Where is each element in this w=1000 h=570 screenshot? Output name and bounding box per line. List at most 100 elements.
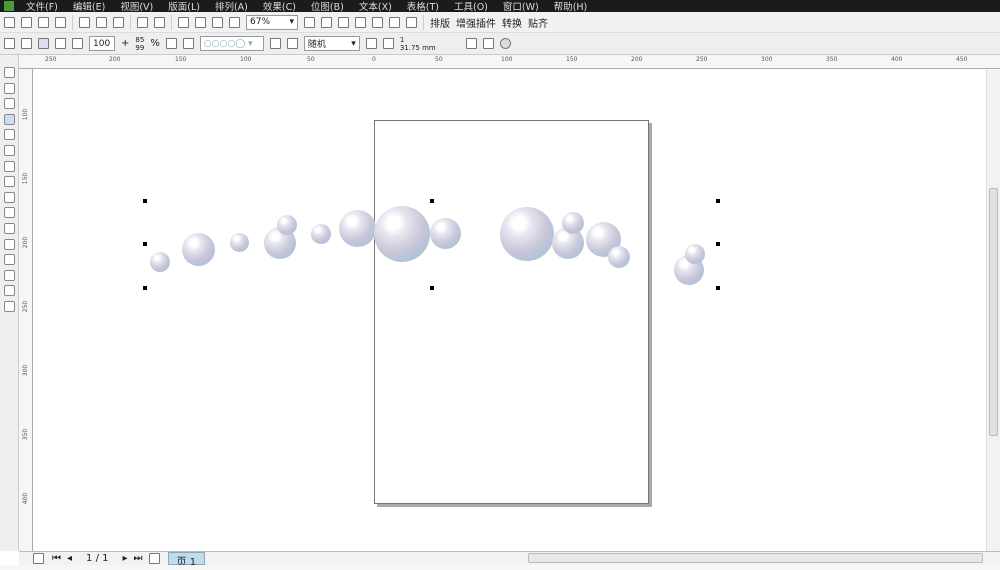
blend-tool-icon[interactable] [4, 238, 15, 250]
bubble[interactable] [500, 207, 554, 261]
selection-handle[interactable] [716, 286, 720, 290]
pressure-icon[interactable] [55, 38, 66, 49]
dab-spacing[interactable]: 31.75 mm [400, 44, 460, 52]
import-icon[interactable] [178, 16, 189, 28]
offset-icon[interactable] [482, 38, 494, 49]
dab-fields[interactable]: 1 31.75 mm [400, 36, 460, 52]
save-spray-icon[interactable] [269, 38, 281, 49]
zoom-height-icon[interactable] [406, 16, 417, 28]
selection-handle[interactable] [143, 286, 147, 290]
bubble[interactable] [374, 206, 430, 262]
page-tab[interactable]: 页 1 [167, 552, 206, 568]
plus-icon[interactable]: + [121, 38, 129, 49]
print-icon[interactable] [55, 16, 66, 28]
options-icon[interactable] [229, 16, 240, 28]
dab-count[interactable]: 1 [400, 36, 460, 44]
first-page-icon[interactable]: ⏮ [52, 553, 61, 564]
lock-ratio-icon[interactable] [165, 38, 177, 49]
sprayer-mode-icon[interactable] [38, 38, 49, 49]
ellipse-tool-icon[interactable] [4, 160, 15, 172]
folder-icon[interactable] [182, 38, 194, 49]
plugin-convert-button[interactable]: 转换 [502, 15, 522, 30]
reset-icon[interactable] [499, 38, 511, 49]
pick-tool-icon[interactable] [4, 67, 15, 78]
launcher-icon[interactable] [212, 16, 223, 28]
bubble[interactable] [430, 218, 461, 249]
zoom-width-icon[interactable] [389, 16, 400, 28]
paste-icon[interactable] [113, 16, 124, 28]
text-tool-icon[interactable] [21, 38, 32, 49]
add-page-after-icon[interactable] [148, 553, 160, 564]
scale-fields[interactable]: 85 99 [135, 36, 144, 52]
bubble[interactable] [182, 233, 215, 266]
smart-fill-tool-icon[interactable] [4, 129, 15, 141]
eyedropper-tool-icon[interactable] [4, 254, 15, 266]
open-icon[interactable] [21, 16, 32, 28]
polygon-tool-icon[interactable] [4, 176, 15, 188]
horizontal-scrollbar[interactable] [528, 553, 983, 563]
zoom-page-icon[interactable] [372, 16, 383, 28]
bubble[interactable] [562, 212, 584, 234]
zoom-level-select[interactable]: 67% ▾ [246, 14, 298, 30]
scale-percent-2[interactable]: 99 [135, 44, 144, 52]
zoom-out-icon[interactable] [321, 16, 332, 28]
zoom-in-icon[interactable] [304, 16, 315, 28]
plugin-enhance-button[interactable]: 增强插件 [456, 15, 496, 30]
next-page-icon[interactable]: ▸ [122, 553, 127, 564]
rectangle-tool-icon[interactable] [4, 144, 15, 156]
selection-handle[interactable] [143, 242, 147, 246]
selection-handle[interactable] [143, 199, 147, 203]
rotation-icon[interactable] [465, 38, 477, 49]
table-tool-icon[interactable] [4, 222, 15, 234]
add-page-before-icon[interactable] [33, 553, 44, 564]
bubble[interactable] [230, 233, 249, 252]
bubble[interactable] [150, 252, 170, 272]
text-tool-icon[interactable] [4, 207, 15, 219]
bubble[interactable] [277, 215, 297, 235]
zoom-tool-icon[interactable] [4, 98, 15, 110]
selection-handle[interactable] [716, 242, 720, 246]
vertical-scrollbar[interactable] [986, 70, 1000, 551]
outline-tool-icon[interactable] [4, 269, 15, 281]
selection-handle[interactable] [430, 199, 434, 203]
shape-tool-icon[interactable] [4, 82, 15, 94]
zoom-selected-icon[interactable] [338, 16, 349, 28]
zoom-all-icon[interactable] [355, 16, 366, 28]
scroll-thumb[interactable] [989, 188, 998, 436]
selection-handle[interactable] [716, 199, 720, 203]
bubble[interactable] [311, 224, 331, 244]
interactive-fill-tool-icon[interactable] [4, 300, 15, 312]
selection-handle[interactable] [430, 286, 434, 290]
ruler-label: 400 [891, 56, 903, 63]
redo-icon[interactable] [154, 16, 165, 28]
plugin-typeset-button[interactable]: 排版 [430, 15, 450, 30]
bubble[interactable] [608, 246, 630, 268]
export-icon[interactable] [195, 16, 206, 28]
horizontal-ruler[interactable]: 250 200 150 100 50 0 50 100 150 200 250 … [19, 55, 1000, 69]
bubble[interactable] [685, 244, 705, 264]
delete-spray-icon[interactable] [286, 38, 298, 49]
size-input[interactable]: 100 [89, 36, 115, 51]
basic-shapes-tool-icon[interactable] [4, 191, 15, 203]
cut-icon[interactable] [79, 16, 90, 28]
undo-icon[interactable] [137, 16, 148, 28]
copy-icon[interactable] [96, 16, 107, 28]
add-to-list-icon[interactable] [365, 38, 377, 49]
save-icon[interactable] [38, 16, 49, 28]
artistic-media-tool-icon[interactable] [4, 113, 15, 125]
spray-list-icon[interactable] [382, 38, 394, 49]
bubble[interactable] [339, 210, 376, 247]
spray-order-select[interactable]: 随机 ▾ [303, 36, 360, 51]
mirror-icon[interactable] [4, 38, 15, 49]
new-icon[interactable] [4, 16, 15, 28]
brush-icon[interactable] [72, 38, 83, 49]
spray-list-select[interactable]: ○○○○◯ ▾ [199, 36, 264, 51]
last-page-icon[interactable]: ⏭ [134, 553, 143, 564]
plugin-snap-button[interactable]: 贴齐 [528, 15, 548, 30]
ruler-label: 0 [372, 56, 376, 63]
scale-percent-1[interactable]: 85 [135, 36, 144, 44]
prev-page-icon[interactable]: ◂ [67, 553, 72, 564]
fill-tool-icon[interactable] [4, 285, 15, 297]
drawing-canvas[interactable] [34, 70, 986, 550]
vertical-ruler[interactable]: 100 150 200 250 300 350 400 [19, 69, 33, 551]
